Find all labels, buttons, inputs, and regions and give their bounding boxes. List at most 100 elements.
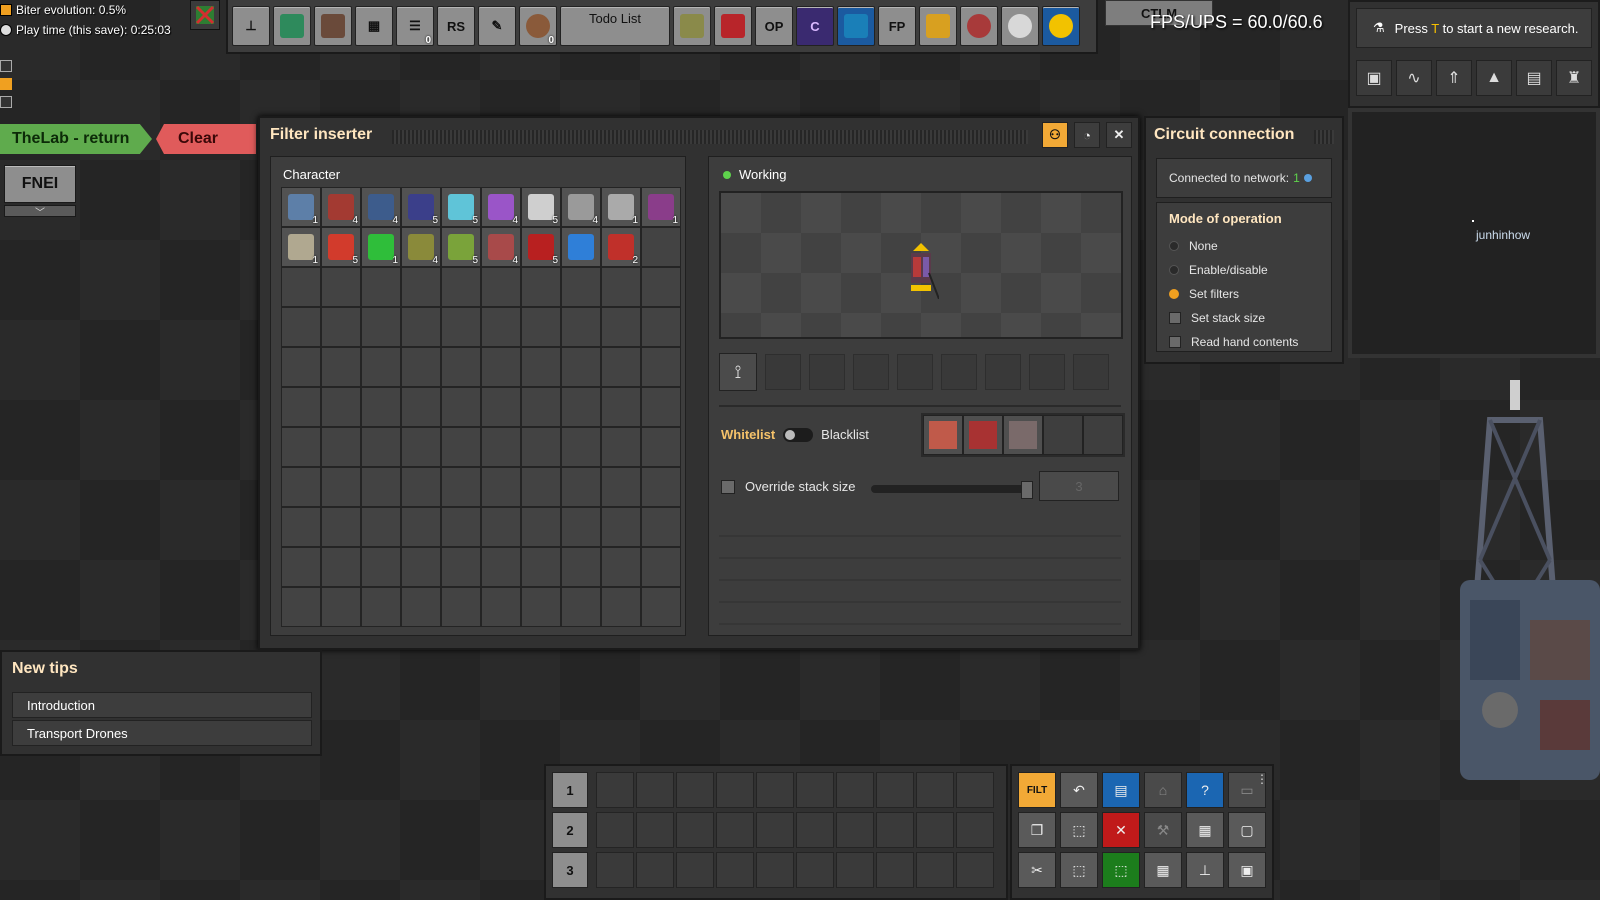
quick-slot[interactable] <box>636 812 674 848</box>
inventory-slot[interactable] <box>601 587 641 627</box>
inventory-slot[interactable] <box>361 547 401 587</box>
inventory-slot[interactable] <box>641 347 681 387</box>
whitelist-label[interactable]: Whitelist <box>721 427 775 442</box>
inventory-slot[interactable] <box>281 387 321 427</box>
info-icon[interactable] <box>1303 174 1312 182</box>
inventory-slot[interactable] <box>401 467 441 507</box>
settings-sliders-button[interactable]: ⊥ <box>232 6 270 46</box>
inventory-slot[interactable] <box>601 507 641 547</box>
inventory-item-slot[interactable]: 5 <box>441 187 481 227</box>
stats-icon[interactable]: ∿ <box>1396 60 1432 96</box>
op-button[interactable]: OP <box>755 6 793 46</box>
inventory-item-slot[interactable]: 5 <box>521 227 561 267</box>
inventory-slot[interactable] <box>481 587 521 627</box>
inventory-slot[interactable] <box>561 427 601 467</box>
inventory-slot[interactable] <box>601 387 641 427</box>
inventory-slot[interactable] <box>521 547 561 587</box>
inventory-slot[interactable] <box>321 427 361 467</box>
quick-slot[interactable] <box>716 772 754 808</box>
stack-size-input[interactable]: 3 <box>1039 471 1119 501</box>
toggle-enemies-button[interactable] <box>190 0 220 30</box>
inventory-slot[interactable] <box>441 267 481 307</box>
help-icon[interactable]: ? <box>1186 772 1224 808</box>
quick-slot[interactable] <box>956 852 994 888</box>
inventory-slot[interactable] <box>601 547 641 587</box>
inventory-slot[interactable] <box>401 547 441 587</box>
filter-slot-4[interactable] <box>1043 415 1083 455</box>
quick-slot[interactable] <box>636 852 674 888</box>
inventory-slot[interactable] <box>401 347 441 387</box>
tasks-button[interactable]: ☰ 0 <box>396 6 434 46</box>
quick-slot[interactable] <box>796 812 834 848</box>
ore-button[interactable] <box>314 6 352 46</box>
warning-icon[interactable] <box>0 78 12 90</box>
area-select-icon[interactable]: ⬚ <box>1102 852 1140 888</box>
inventory-item-slot[interactable]: 4 <box>361 187 401 227</box>
inventory-item-slot[interactable]: 1 <box>601 187 641 227</box>
inventory-item-slot[interactable] <box>561 227 601 267</box>
belt-icon[interactable]: ▦ <box>1186 812 1224 848</box>
inventory-slot[interactable] <box>281 507 321 547</box>
select-icon[interactable]: ⬚ <box>1060 812 1098 848</box>
inventory-slot[interactable] <box>641 427 681 467</box>
quick-slot[interactable] <box>676 772 714 808</box>
quick-slot[interactable] <box>916 812 954 848</box>
inventory-slot[interactable] <box>601 307 641 347</box>
logistic-button[interactable]: ◔ <box>1074 122 1100 148</box>
inventory-slot[interactable] <box>321 467 361 507</box>
quick-slot[interactable] <box>916 772 954 808</box>
inventory-slot[interactable] <box>361 347 401 387</box>
map-icon[interactable]: ▣ <box>1356 60 1392 96</box>
inventory-item-slot[interactable]: 5 <box>441 227 481 267</box>
network-button[interactable]: ⚇ <box>1042 122 1068 148</box>
quick-slot[interactable] <box>596 852 634 888</box>
inventory-slot[interactable] <box>361 587 401 627</box>
inventory-slot[interactable] <box>281 547 321 587</box>
drag-handle[interactable] <box>392 130 1028 144</box>
inventory-slot[interactable] <box>521 387 561 427</box>
inventory-slot[interactable] <box>361 387 401 427</box>
inventory-slot[interactable] <box>281 307 321 347</box>
quick-slot[interactable] <box>716 812 754 848</box>
inventory-slot[interactable] <box>361 267 401 307</box>
inventory-slot[interactable] <box>481 507 521 547</box>
inventory-item-slot[interactable]: 4 <box>401 227 441 267</box>
achievements-icon[interactable]: ♜ <box>1556 60 1592 96</box>
calculator-button[interactable]: ▦ <box>355 6 393 46</box>
inventory-item-slot[interactable]: 4 <box>481 227 521 267</box>
inventory-slot[interactable] <box>361 427 401 467</box>
inventory-slot[interactable] <box>641 307 681 347</box>
deconstruct-icon[interactable]: ✕ <box>1102 812 1140 848</box>
rs-button[interactable]: RS <box>437 6 475 46</box>
mode-switch[interactable] <box>783 427 814 442</box>
blacklist-label[interactable]: Blacklist <box>821 427 869 442</box>
production-icon[interactable]: ⇑ <box>1436 60 1472 96</box>
settings-icon[interactable]: ⊥ <box>1186 852 1224 888</box>
inventory-slot[interactable] <box>561 587 601 627</box>
tip-introduction[interactable]: Introduction <box>12 692 312 718</box>
filter-slot-3[interactable] <box>1003 415 1043 455</box>
inventory-slot[interactable] <box>401 307 441 347</box>
blueprint-book-icon[interactable]: ▤ <box>1102 772 1140 808</box>
inventory-slot[interactable] <box>321 547 361 587</box>
quick-slot[interactable] <box>716 852 754 888</box>
todo-list-button[interactable]: Todo List <box>560 6 670 46</box>
inventory-slot[interactable] <box>521 347 561 387</box>
minimap[interactable]: junhinhow <box>1348 108 1600 358</box>
inventory-slot[interactable] <box>561 507 601 547</box>
inventory-slot[interactable] <box>601 467 641 507</box>
quick-slot[interactable] <box>916 852 954 888</box>
inventory-item-slot[interactable]: 4 <box>561 187 601 227</box>
inventory-slot[interactable] <box>281 267 321 307</box>
filter-slot-5[interactable] <box>1083 415 1123 455</box>
inventory-slot[interactable] <box>521 267 561 307</box>
blueprint-button[interactable] <box>673 6 711 46</box>
close-button[interactable]: ✕ <box>1106 122 1132 148</box>
train-icon[interactable]: ▤ <box>1516 60 1552 96</box>
teleport-button[interactable] <box>837 6 875 46</box>
inventory-slot[interactable] <box>441 347 481 387</box>
inventory-slot[interactable] <box>441 307 481 347</box>
map-tool-icon[interactable]: ▣ <box>1228 852 1266 888</box>
inventory-slot[interactable] <box>441 587 481 627</box>
inventory-slot[interactable] <box>441 547 481 587</box>
